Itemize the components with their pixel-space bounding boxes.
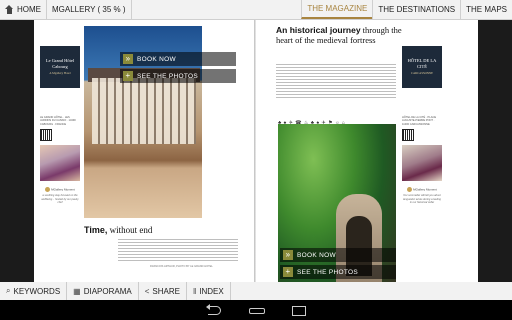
keywords-label: KEYWORDS	[13, 286, 61, 296]
tab-the-maps[interactable]: THE MAPS	[460, 0, 512, 19]
qr-code[interactable]	[40, 129, 52, 142]
double-chevron-icon: »	[283, 250, 293, 260]
magazine-viewer[interactable]: Le Grand Hôtel Cabourg A Mgallery Hotel …	[0, 20, 512, 300]
see-photos-label: SEE THE PHOTOS	[137, 72, 199, 80]
book-now-label: BOOK NOW	[297, 251, 336, 259]
article-body-left	[118, 239, 238, 263]
system-navigation-bar	[0, 300, 512, 320]
hotel-address: HÔTEL DE LA CITÉ · PLACE AUGUSTE-PIERRE …	[402, 116, 437, 126]
home-icon	[5, 5, 14, 14]
keywords-button[interactable]: ⌕ KEYWORDS	[0, 282, 68, 300]
photo-credit: FRANCOIS ARTHUR, PHOTO BY LE GRAND HOTEL	[150, 265, 213, 268]
see-photos-button[interactable]: + SEE THE PHOTOS	[120, 69, 236, 83]
hotel-logo: Le Grand Hôtel Cabourg A Mgallery Hotel	[40, 46, 80, 88]
book-now-button[interactable]: » BOOK NOW	[280, 248, 396, 262]
share-label: SHARE	[152, 286, 180, 296]
plus-icon: +	[123, 71, 133, 81]
article-title-bold: Time,	[84, 225, 108, 235]
book-now-label: BOOK NOW	[137, 55, 176, 63]
mgallery-moment-label: MGallery Moment	[413, 187, 437, 192]
hotel-address: LE GRAND HÔTEL · LES JARDINS DU CASINO ·…	[40, 116, 76, 126]
hotel-bedroom-photo	[402, 145, 442, 182]
home-label: HOME	[17, 5, 41, 14]
share-button[interactable]: < SHARE	[139, 282, 187, 300]
gallery-label: MGALLERY ( 35 % )	[52, 5, 126, 14]
article-title-rest: without end	[107, 225, 153, 235]
search-icon: ⌕	[6, 286, 11, 295]
hotel-logo-text: Le Grand Hôtel Cabourg	[45, 58, 75, 69]
hotel-logo-sub: A Mgallery Hotel	[49, 71, 71, 75]
hotel-logo-sub: CARCASSONNE	[410, 71, 433, 75]
tab-the-magazine[interactable]: THE MAGAZINE	[301, 0, 373, 19]
index-label: INDEX	[199, 286, 224, 296]
plus-icon: +	[283, 267, 293, 277]
mgallery-dot-icon	[407, 187, 413, 193]
recent-apps-icon[interactable]	[290, 304, 306, 316]
hotel-ad-caption: Our sommelier will tell you about langue…	[403, 194, 441, 205]
grid-icon: ▦	[73, 286, 81, 296]
hotel-logo-text: HÔTEL DE LA CITÉ	[407, 58, 437, 69]
article-body-right	[276, 64, 396, 98]
index-button[interactable]: ‖ INDEX	[187, 282, 231, 300]
hotel-ad-right[interactable]: HÔTEL DE LA CITÉ CARCASSONNE HÔTEL DE LA…	[402, 46, 442, 204]
article-title-right: An historical journey through the heart …	[276, 25, 416, 45]
article-title-bold: An historical journey	[276, 25, 361, 35]
see-photos-button[interactable]: + SEE THE PHOTOS	[280, 265, 396, 279]
home-nav-icon[interactable]	[248, 304, 265, 316]
gallery-button[interactable]: MGALLERY ( 35 % )	[47, 0, 132, 19]
home-button[interactable]: HOME	[0, 0, 47, 19]
hotel-ad-left[interactable]: Le Grand Hôtel Cabourg A Mgallery Hotel …	[40, 46, 80, 204]
qr-code[interactable]	[402, 129, 414, 142]
hotel-ad-caption: a soothing stay focused on the wellbeing…	[41, 194, 79, 205]
mgallery-dot-icon	[45, 187, 51, 193]
tab-label: THE MAPS	[466, 5, 507, 14]
index-icon: ‖	[192, 286, 197, 296]
article-title-left: Time, without end	[84, 225, 152, 235]
diaporama-button[interactable]: ▦ DIAPORAMA	[67, 282, 139, 300]
app-screen: HOME MGALLERY ( 35 % ) THE MAGAZINE THE …	[0, 0, 512, 320]
mgallery-moment-label: MGallery Moment	[51, 187, 75, 192]
mgallery-moment-logo: MGallery Moment	[40, 187, 80, 193]
hotel-facade	[92, 78, 196, 144]
see-photos-label: SEE THE PHOTOS	[297, 268, 359, 276]
bottom-toolbar: ⌕ KEYWORDS ▦ DIAPORAMA < SHARE ‖ INDEX	[0, 282, 512, 300]
tab-label: THE DESTINATIONS	[378, 5, 456, 14]
share-icon: <	[144, 286, 150, 296]
diaporama-label: DIAPORAMA	[83, 286, 132, 296]
hotel-interior-photo	[40, 145, 80, 182]
back-icon[interactable]	[206, 304, 222, 316]
double-chevron-icon: »	[123, 54, 133, 64]
top-navigation: HOME MGALLERY ( 35 % ) THE MAGAZINE THE …	[0, 0, 512, 20]
hotel-logo: HÔTEL DE LA CITÉ CARCASSONNE	[402, 46, 442, 88]
tab-label: THE MAGAZINE	[307, 4, 368, 13]
mgallery-moment-logo: MGallery Moment	[402, 187, 442, 193]
book-now-button[interactable]: » BOOK NOW	[120, 52, 236, 66]
tab-the-destinations[interactable]: THE DESTINATIONS	[372, 0, 460, 19]
